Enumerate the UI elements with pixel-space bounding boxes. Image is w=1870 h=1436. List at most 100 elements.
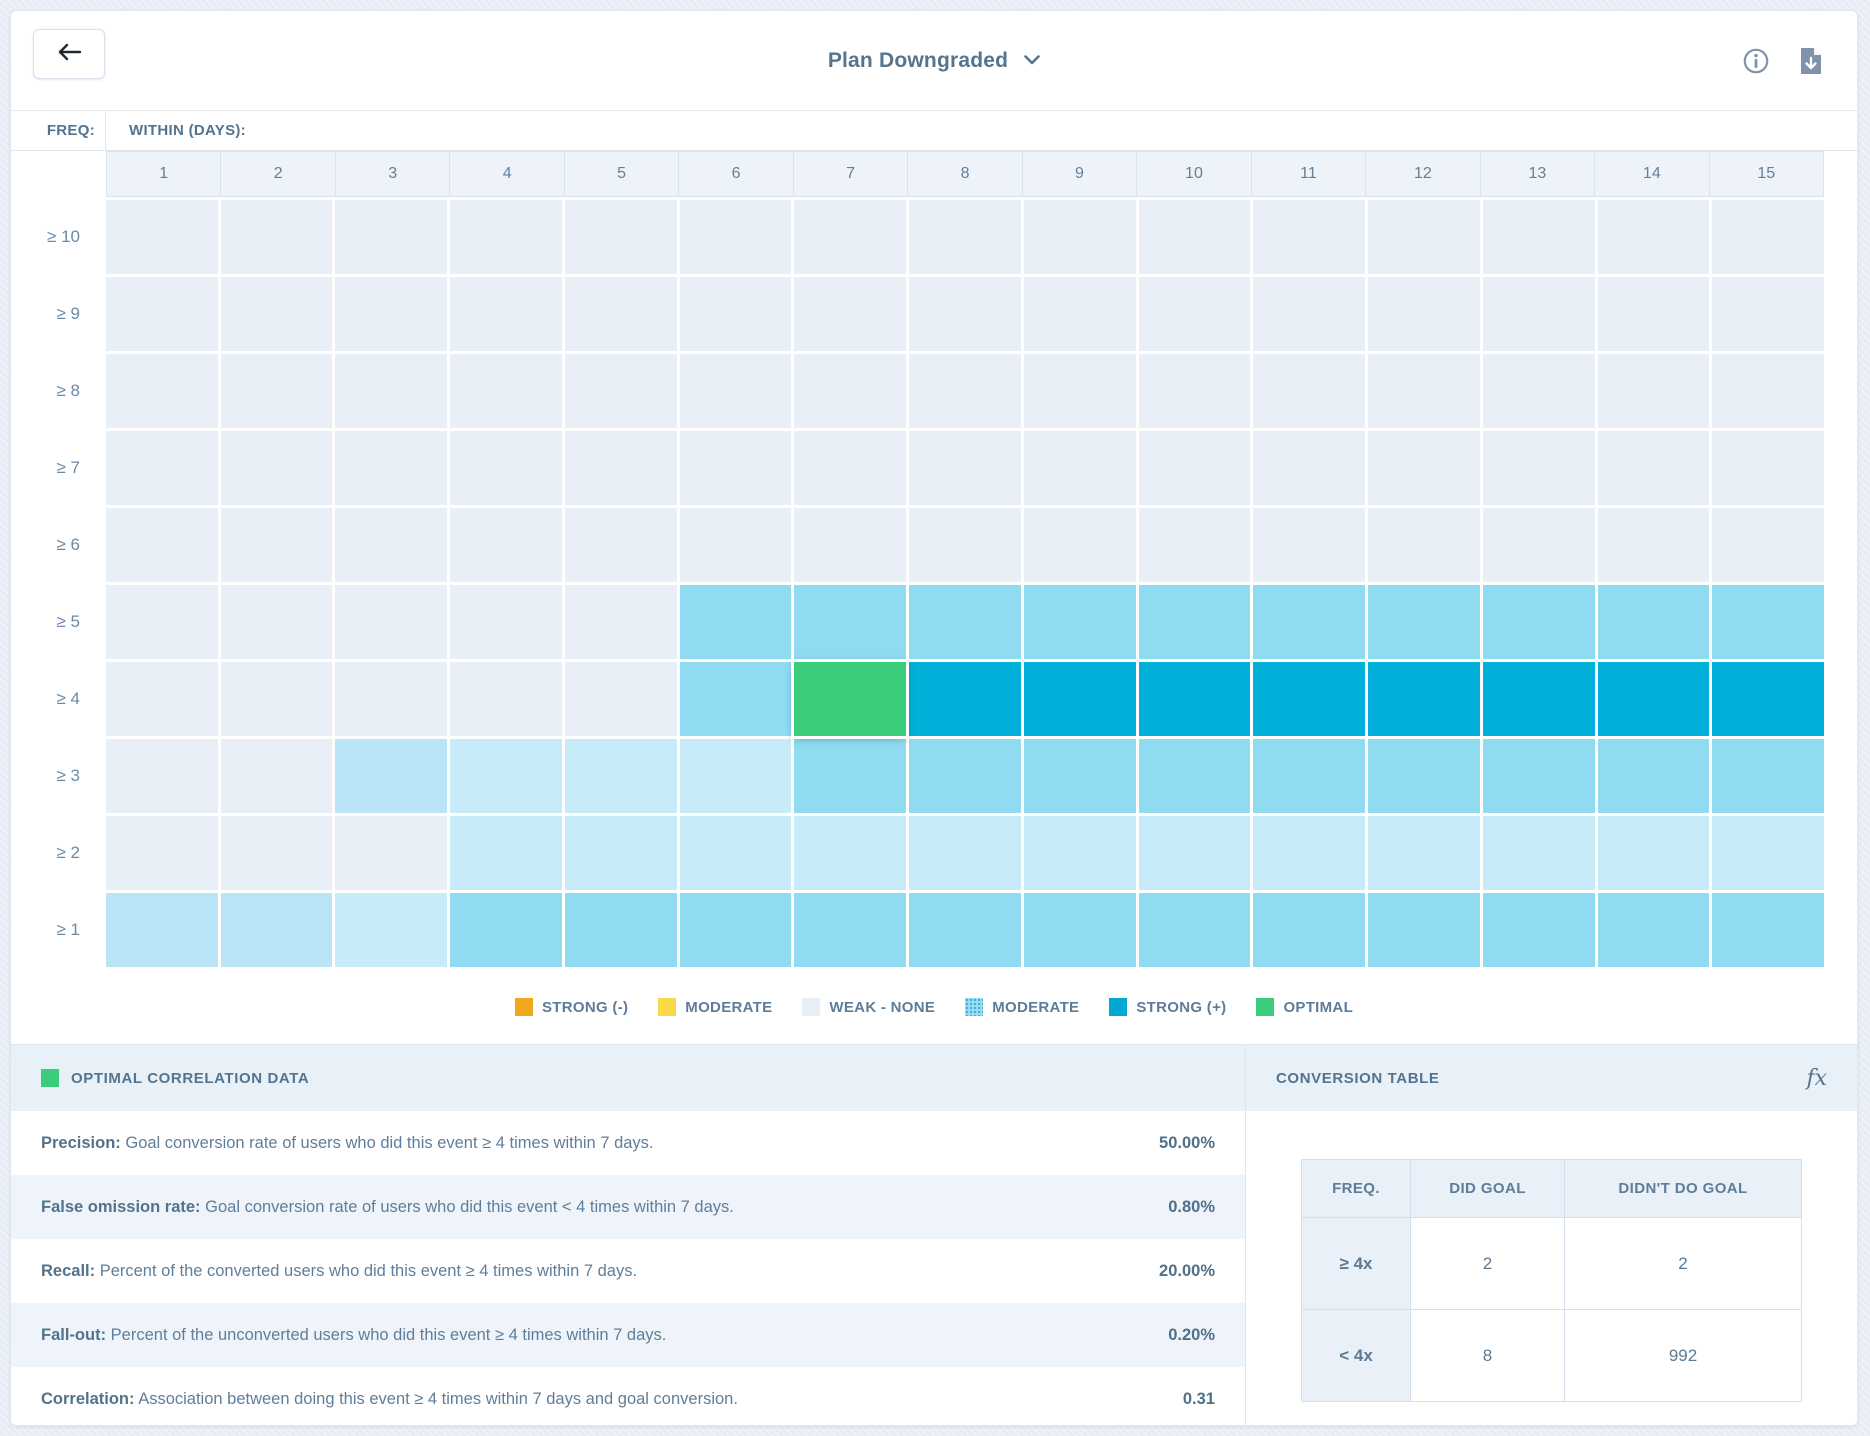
heatmap-cell[interactable] — [680, 739, 792, 813]
heatmap-cell[interactable] — [794, 200, 906, 274]
heatmap-cell[interactable] — [565, 354, 677, 428]
heatmap-cell[interactable] — [1253, 508, 1365, 582]
heatmap-cell[interactable] — [1139, 508, 1251, 582]
heatmap-cell[interactable] — [450, 508, 562, 582]
heatmap-cell[interactable] — [221, 277, 333, 351]
heatmap-cell[interactable] — [106, 893, 218, 967]
heatmap-cell[interactable] — [335, 277, 447, 351]
heatmap-cell[interactable] — [909, 200, 1021, 274]
heatmap-cell[interactable] — [450, 354, 562, 428]
heatmap-cell[interactable] — [1483, 585, 1595, 659]
heatmap-cell[interactable] — [1024, 354, 1136, 428]
heatmap-cell[interactable] — [909, 816, 1021, 890]
heatmap-cell[interactable] — [794, 739, 906, 813]
heatmap-cell[interactable] — [1368, 431, 1480, 505]
heatmap-cell[interactable] — [450, 662, 562, 736]
heatmap-cell[interactable] — [794, 508, 906, 582]
heatmap-cell[interactable] — [909, 739, 1021, 813]
heatmap-cell[interactable] — [1598, 200, 1710, 274]
heatmap-cell[interactable] — [1253, 277, 1365, 351]
heatmap-cell[interactable] — [221, 893, 333, 967]
heatmap-cell[interactable] — [909, 662, 1021, 736]
heatmap-cell[interactable] — [1483, 739, 1595, 813]
heatmap-cell[interactable] — [1598, 431, 1710, 505]
heatmap-cell[interactable] — [680, 200, 792, 274]
heatmap-cell[interactable] — [106, 739, 218, 813]
formula-fx-icon[interactable]: fx — [1806, 1066, 1827, 1091]
heatmap-cell[interactable] — [1598, 893, 1710, 967]
heatmap-cell[interactable] — [106, 431, 218, 505]
heatmap-cell[interactable] — [221, 585, 333, 659]
heatmap-cell[interactable] — [794, 277, 906, 351]
heatmap-cell[interactable] — [106, 508, 218, 582]
heatmap-cell[interactable] — [1024, 277, 1136, 351]
heatmap-cell[interactable] — [106, 277, 218, 351]
download-report-icon[interactable] — [1799, 46, 1823, 76]
heatmap-cell[interactable] — [1253, 585, 1365, 659]
heatmap-cell[interactable] — [565, 816, 677, 890]
heatmap-cell[interactable] — [1712, 277, 1824, 351]
heatmap-cell[interactable] — [1598, 739, 1710, 813]
heatmap-cell[interactable] — [1712, 585, 1824, 659]
heatmap-cell[interactable] — [450, 893, 562, 967]
heatmap-cell[interactable] — [909, 893, 1021, 967]
heatmap-cell[interactable] — [1253, 354, 1365, 428]
heatmap-cell[interactable] — [1024, 816, 1136, 890]
heatmap-cell[interactable] — [794, 354, 906, 428]
heatmap-cell[interactable] — [450, 585, 562, 659]
heatmap-cell[interactable] — [1253, 431, 1365, 505]
heatmap-cell[interactable] — [335, 508, 447, 582]
heatmap-cell[interactable] — [1712, 508, 1824, 582]
heatmap-cell[interactable] — [221, 508, 333, 582]
heatmap-cell[interactable] — [1024, 431, 1136, 505]
heatmap-cell[interactable] — [1368, 662, 1480, 736]
heatmap-cell[interactable] — [909, 431, 1021, 505]
heatmap-cell[interactable] — [1483, 354, 1595, 428]
heatmap-cell[interactable] — [1253, 200, 1365, 274]
heatmap-cell[interactable] — [450, 816, 562, 890]
heatmap-cell[interactable] — [1253, 816, 1365, 890]
heatmap-cell[interactable] — [1368, 585, 1480, 659]
heatmap-cell[interactable] — [1712, 816, 1824, 890]
heatmap-cell[interactable] — [794, 816, 906, 890]
heatmap-cell[interactable] — [221, 431, 333, 505]
title-dropdown[interactable]: Plan Downgraded — [11, 11, 1857, 111]
heatmap-cell[interactable] — [1712, 354, 1824, 428]
heatmap-cell[interactable] — [1598, 662, 1710, 736]
heatmap-cell[interactable] — [1139, 277, 1251, 351]
heatmap-cell[interactable] — [335, 200, 447, 274]
heatmap-cell[interactable] — [680, 893, 792, 967]
heatmap-cell[interactable] — [909, 585, 1021, 659]
heatmap-cell[interactable] — [1368, 200, 1480, 274]
heatmap-cell[interactable] — [565, 739, 677, 813]
heatmap-cell[interactable] — [680, 508, 792, 582]
info-icon[interactable] — [1743, 48, 1769, 74]
heatmap-cell[interactable] — [221, 354, 333, 428]
heatmap-cell[interactable] — [1024, 200, 1136, 274]
heatmap-cell[interactable] — [1368, 893, 1480, 967]
heatmap-cell[interactable] — [1598, 816, 1710, 890]
heatmap-cell[interactable] — [1024, 585, 1136, 659]
heatmap-cell[interactable] — [1139, 739, 1251, 813]
heatmap-cell[interactable] — [1483, 277, 1595, 351]
heatmap-cell[interactable] — [1139, 431, 1251, 505]
heatmap-cell[interactable] — [1368, 277, 1480, 351]
heatmap-cell[interactable] — [1139, 354, 1251, 428]
heatmap-cell[interactable] — [1598, 354, 1710, 428]
heatmap-cell[interactable] — [565, 431, 677, 505]
heatmap-cell[interactable] — [1712, 431, 1824, 505]
heatmap-cell[interactable] — [450, 739, 562, 813]
heatmap-cell[interactable] — [1024, 508, 1136, 582]
heatmap-cell[interactable] — [1024, 893, 1136, 967]
heatmap-cell[interactable] — [1253, 893, 1365, 967]
heatmap-cell[interactable] — [680, 431, 792, 505]
heatmap-cell[interactable] — [106, 354, 218, 428]
heatmap-cell[interactable] — [1712, 893, 1824, 967]
heatmap-cell[interactable] — [1712, 200, 1824, 274]
optimal-cell[interactable] — [794, 662, 906, 736]
heatmap-cell[interactable] — [1712, 662, 1824, 736]
heatmap-cell[interactable] — [1483, 893, 1595, 967]
heatmap-cell[interactable] — [1483, 200, 1595, 274]
heatmap-cell[interactable] — [1368, 739, 1480, 813]
heatmap-cell[interactable] — [1483, 508, 1595, 582]
